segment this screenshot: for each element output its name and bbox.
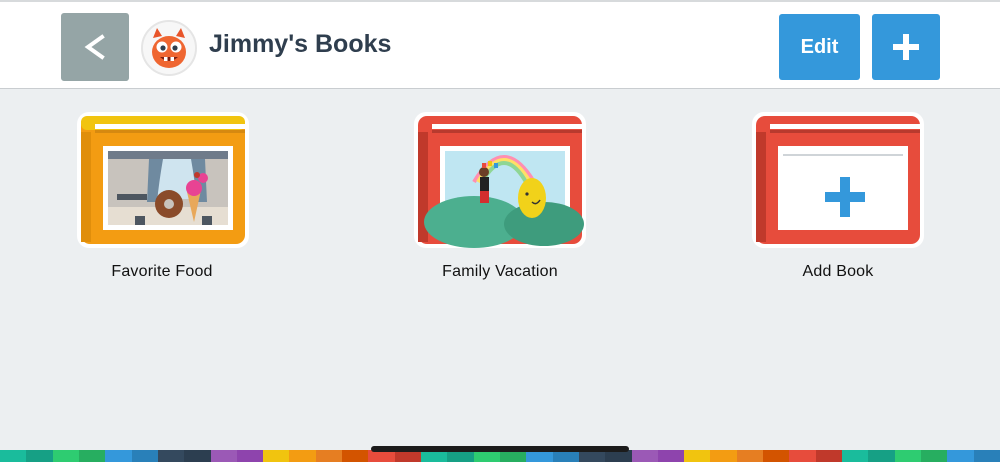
color-stripe <box>736 450 764 462</box>
color-stripe <box>894 450 921 462</box>
edit-button[interactable]: Edit <box>779 14 860 80</box>
color-stripe <box>763 450 790 462</box>
color-stripe <box>184 450 211 462</box>
plus-icon <box>893 34 919 60</box>
color-stripe <box>920 450 948 462</box>
color-stripe <box>815 450 842 462</box>
color-stripe <box>105 450 132 462</box>
color-stripe <box>263 450 290 462</box>
color-stripe <box>26 450 53 462</box>
color-stripe <box>842 450 869 462</box>
color-stripe <box>973 450 1000 462</box>
top-bar: Jimmy's Books Edit <box>0 0 1000 89</box>
back-button[interactable] <box>61 13 129 81</box>
food-scene-image <box>108 151 228 225</box>
color-stripe <box>315 450 343 462</box>
book-label: Favorite Food <box>111 263 213 280</box>
book-label: Family Vacation <box>442 263 558 280</box>
color-stripe <box>0 450 27 462</box>
color-stripe <box>657 450 685 462</box>
color-stripe <box>868 450 895 462</box>
color-stripe <box>710 450 737 462</box>
page-title: Jimmy's Books <box>209 30 392 58</box>
color-stripe <box>157 450 185 462</box>
home-indicator[interactable] <box>371 446 629 452</box>
color-stripe <box>789 450 816 462</box>
color-stripe <box>236 450 264 462</box>
monster-avatar-icon <box>143 22 195 74</box>
color-stripe <box>78 450 106 462</box>
add-book-card[interactable] <box>752 112 924 248</box>
color-stripe <box>947 450 974 462</box>
avatar <box>141 20 197 76</box>
add-button[interactable] <box>872 14 940 80</box>
color-stripe <box>289 450 316 462</box>
vacation-scene-image <box>424 151 584 248</box>
color-stripe <box>342 450 369 462</box>
color-stripe <box>131 450 158 462</box>
book-family-vacation[interactable] <box>414 112 586 248</box>
book-cover-icon <box>752 112 924 248</box>
color-stripe <box>684 450 711 462</box>
color-stripe <box>210 450 237 462</box>
color-stripe <box>631 450 658 462</box>
chevron-left-icon <box>84 34 105 60</box>
book-cover-icon <box>77 112 249 248</box>
color-stripe <box>52 450 79 462</box>
book-favorite-food[interactable] <box>77 112 249 248</box>
book-cover-icon <box>414 112 586 248</box>
add-book-label: Add Book <box>802 263 874 280</box>
